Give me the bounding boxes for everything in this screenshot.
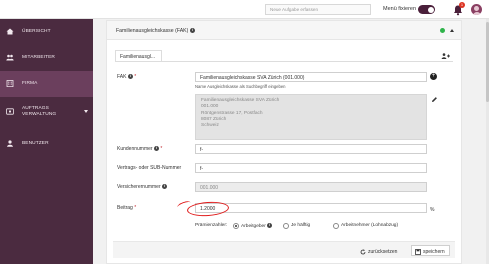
sidebar-item-uebersicht[interactable]: Übersicht xyxy=(0,19,93,45)
fak-address-box: Familienausgleichskasse SVA Zürich 001.0… xyxy=(195,94,427,140)
sidebar: Übersicht Mitarbeiter Firma Auftrags Ver… xyxy=(0,19,93,264)
info-icon[interactable]: i xyxy=(189,28,195,34)
address-line: Schweiz xyxy=(201,123,219,129)
kundennummer-label: Kundennummer i * xyxy=(117,146,162,152)
reset-button-label: zurücksetzen xyxy=(368,249,398,255)
vertrag-input[interactable]: f- xyxy=(195,163,427,173)
add-fak-button[interactable]: + xyxy=(430,73,437,80)
refresh-icon xyxy=(360,249,366,255)
radio-je-haelftig[interactable] xyxy=(283,222,289,229)
sidebar-item-benutzer[interactable]: Benutzer xyxy=(0,131,93,157)
vertrag-label: Vertrags- oder SUB-Nummer xyxy=(117,165,182,171)
percent-unit: % xyxy=(430,207,435,213)
avatar[interactable] xyxy=(471,4,482,15)
orders-icon xyxy=(6,108,14,115)
panel-title-text: Familienausgleichskasse (FAK) xyxy=(116,28,189,34)
sidebar-item-auftragsverwaltung[interactable]: Auftrags Verwaltung xyxy=(0,97,93,127)
panel-title: Familienausgleichskasse (FAK) i xyxy=(116,28,195,34)
tab-divider xyxy=(115,61,453,62)
top-bar: Neue Aufgabe erfassen Menü fixieren 1 xyxy=(0,0,489,19)
save-icon xyxy=(415,249,421,255)
radio-label-je-haelftig: Je hälftig xyxy=(291,223,311,228)
fak-hint: Name Ausgleichskasse als Suchbegriff ein… xyxy=(195,84,286,89)
sidebar-item-firma[interactable]: Firma xyxy=(0,71,93,97)
panel-header[interactable]: Familienausgleichskasse (FAK) i xyxy=(107,21,461,40)
sidebar-item-mitarbeiter[interactable]: Mitarbeiter xyxy=(0,45,93,71)
menu-fix-toggle[interactable] xyxy=(418,5,435,14)
fak-label-text: FAK xyxy=(117,74,127,80)
save-button[interactable]: speichern xyxy=(411,245,450,256)
info-icon[interactable]: i xyxy=(153,146,159,152)
radio-arbeitgeber[interactable] xyxy=(233,222,239,229)
add-user-icon[interactable] xyxy=(441,53,451,59)
required-marker: * xyxy=(134,205,137,211)
versicherer-label-text: Versicherernummer xyxy=(117,184,161,190)
required-marker: * xyxy=(134,74,137,80)
notification-badge: 1 xyxy=(459,2,465,8)
beitrag-label-text: Beitrag xyxy=(117,205,133,211)
versicherer-input: 001.000 xyxy=(195,182,427,192)
sidebar-item-label: Übersicht xyxy=(22,29,51,34)
radio-label-arbeitnehmer: Arbeitnehmer (Lohnabzug) xyxy=(341,223,399,228)
info-icon[interactable]: i xyxy=(267,223,273,228)
fak-panel: Familienausgleichskasse (FAK) i Familien… xyxy=(106,20,462,264)
kundennummer-label-text: Kundennummer xyxy=(117,146,153,152)
reset-button[interactable]: zurücksetzen xyxy=(356,245,402,256)
radio-label-arbeitgeber: Arbeitgeber i xyxy=(241,223,273,229)
status-ok-icon xyxy=(440,28,445,33)
form-footer: zurücksetzen speichern xyxy=(113,241,455,258)
versicherer-label: Versicherernummer i xyxy=(117,184,168,190)
pencil-icon[interactable] xyxy=(431,96,438,103)
chevron-down-icon xyxy=(84,110,88,113)
annotation-circle xyxy=(186,200,230,218)
home-icon xyxy=(6,28,14,35)
beitrag-input[interactable]: 1.2000 xyxy=(195,203,427,213)
save-button-label: speichern xyxy=(423,249,445,255)
required-marker: * xyxy=(160,146,163,152)
beitrag-label: Beitrag * xyxy=(117,205,136,211)
user-icon xyxy=(7,140,13,147)
sidebar-item-label: Firma xyxy=(22,81,38,86)
radio-arbeitnehmer[interactable] xyxy=(333,222,339,229)
sidebar-item-label-line2: Verwaltung xyxy=(22,112,57,117)
task-search-input[interactable]: Neue Aufgabe erfassen xyxy=(265,4,371,15)
fak-search-input[interactable]: Familienausgleichskasse SVA Zürich (001.… xyxy=(195,72,427,82)
users-icon xyxy=(6,54,14,61)
fak-label: FAK i * xyxy=(117,74,136,80)
kundennummer-input[interactable]: f- xyxy=(195,144,427,154)
building-icon xyxy=(6,80,14,87)
sidebar-item-label: Mitarbeiter xyxy=(22,55,55,60)
info-icon[interactable]: i xyxy=(127,74,133,80)
menu-fix-label: Menü fixieren xyxy=(383,6,417,12)
sidebar-item-label: Benutzer xyxy=(22,141,49,146)
praemienzahler-label: Prämienzahler: xyxy=(195,223,228,228)
collapse-icon[interactable] xyxy=(450,29,454,32)
info-icon[interactable]: i xyxy=(162,184,168,190)
